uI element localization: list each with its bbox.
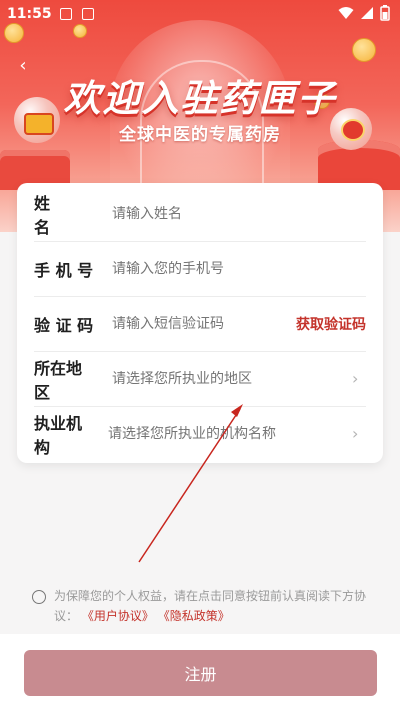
wifi-icon — [338, 7, 354, 19]
status-bar: 11:55 — [0, 0, 400, 28]
code-label: 验 证 码 — [34, 315, 94, 335]
agreement-text-block: 为保障您的个人权益，请在点击同意按钮前认真阅读下方协议： 《用户协议》 《隐私政… — [54, 586, 372, 626]
name-input[interactable] — [112, 205, 366, 222]
signal-icon — [361, 7, 373, 19]
privacy-policy-link[interactable]: 《隐私政策》 — [158, 609, 230, 623]
coin-icon — [352, 38, 376, 62]
status-right-icons — [338, 5, 390, 21]
institution-label: 执业机构 — [34, 413, 83, 457]
hero-subtitle: 全球中医的专属药房 — [119, 125, 281, 145]
footer-bar: 注册 — [0, 634, 400, 711]
hero-title: 欢迎入驻药匣子 — [63, 77, 337, 120]
name-label: 姓 名 — [34, 193, 83, 237]
form-row-phone: 手 机 号 — [34, 241, 366, 297]
chevron-right-icon: › — [352, 368, 359, 388]
battery-icon — [380, 5, 390, 21]
gallery-notification-icon — [60, 8, 72, 20]
phone-input[interactable] — [112, 260, 366, 277]
register-button[interactable]: 注册 — [24, 650, 377, 696]
phone-label: 手 机 号 — [34, 260, 94, 280]
form-row-region[interactable]: 所在地区 › — [34, 351, 366, 407]
institution-select[interactable] — [108, 425, 352, 442]
region-label: 所在地区 — [34, 358, 83, 402]
back-arrow-icon[interactable]: ‹ — [14, 56, 32, 76]
form-row-code: 验 证 码 获取验证码 — [34, 296, 366, 352]
chevron-right-icon: › — [352, 423, 359, 443]
agree-radio[interactable] — [32, 590, 46, 604]
registration-form-card: 姓 名 手 机 号 验 证 码 获取验证码 所在地区 › 执业机构 › — [17, 183, 383, 463]
get-code-button[interactable]: 获取验证码 — [296, 314, 366, 334]
form-row-institution[interactable]: 执业机构 › — [34, 406, 366, 461]
agreement-section: 为保障您的个人权益，请在点击同意按钮前认真阅读下方协议： 《用户协议》 《隐私政… — [32, 586, 372, 626]
user-agreement-link[interactable]: 《用户协议》 — [82, 609, 154, 623]
status-time: 11:55 — [7, 6, 52, 22]
font-notification-icon — [82, 8, 94, 20]
form-row-name: 姓 名 — [34, 186, 366, 242]
region-select[interactable] — [112, 370, 352, 387]
sms-code-input[interactable] — [112, 315, 296, 332]
